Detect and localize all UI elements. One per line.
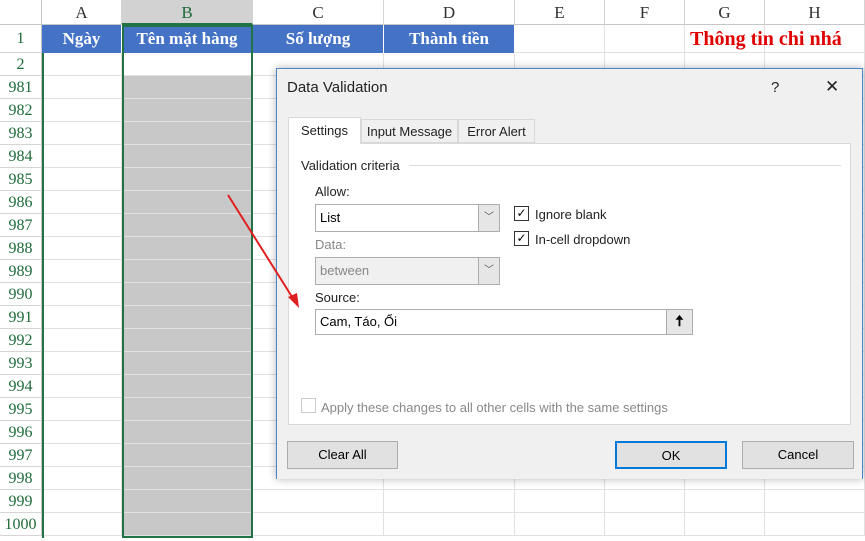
section-label: Validation criteria — [301, 158, 400, 173]
row-header-990[interactable]: 990 — [0, 283, 42, 306]
column-header-e[interactable]: E — [515, 0, 605, 25]
column-header-b[interactable]: B — [122, 0, 253, 25]
row-header-997[interactable]: 997 — [0, 444, 42, 467]
column-header-f[interactable]: F — [605, 0, 685, 25]
row-header-992[interactable]: 992 — [0, 329, 42, 352]
row-header-996[interactable]: 996 — [0, 421, 42, 444]
allow-select[interactable]: List ﹀ — [315, 204, 500, 232]
cell[interactable] — [685, 513, 765, 536]
in-cell-dropdown-label: In-cell dropdown — [535, 232, 631, 247]
row-header-1000[interactable]: 1000 — [0, 513, 42, 536]
header-cell[interactable]: Ngày — [42, 25, 122, 53]
close-icon[interactable]: ✕ — [825, 77, 839, 97]
row-header-991[interactable]: 991 — [0, 306, 42, 329]
column-header-a[interactable]: A — [42, 0, 122, 25]
row-header-998[interactable]: 998 — [0, 467, 42, 490]
cell[interactable] — [765, 513, 865, 536]
apply-all-checkbox — [301, 398, 316, 413]
ignore-blank-label: Ignore blank — [535, 207, 607, 222]
cell[interactable] — [253, 490, 384, 513]
column-header-g[interactable]: G — [685, 0, 765, 25]
allow-label: Allow: — [315, 184, 350, 199]
header-cell[interactable]: Thành tiền — [384, 25, 515, 53]
selection-border — [42, 53, 254, 538]
ok-button[interactable]: OK — [615, 441, 727, 469]
chevron-down-icon: ﹀ — [478, 205, 499, 231]
cell[interactable] — [384, 490, 515, 513]
cell[interactable] — [605, 513, 685, 536]
cell[interactable] — [605, 490, 685, 513]
column-header-c[interactable]: C — [253, 0, 384, 25]
tab-input-message[interactable]: Input Message — [361, 119, 458, 143]
clear-all-button[interactable]: Clear All — [287, 441, 398, 469]
column-header-d[interactable]: D — [384, 0, 515, 25]
row-header-987[interactable]: 987 — [0, 214, 42, 237]
row-header-989[interactable]: 989 — [0, 260, 42, 283]
row-header-984[interactable]: 984 — [0, 145, 42, 168]
chevron-down-icon: ﹀ — [478, 258, 499, 284]
row-header-988[interactable]: 988 — [0, 237, 42, 260]
settings-panel: Validation criteria Allow: List ﹀ Data: b… — [288, 143, 851, 425]
cell[interactable] — [384, 513, 515, 536]
row-header-982[interactable]: 982 — [0, 99, 42, 122]
row-header-995[interactable]: 995 — [0, 398, 42, 421]
collapse-range-button[interactable]: 🠅 — [666, 309, 693, 335]
source-label: Source: — [315, 290, 360, 305]
row-header-983[interactable]: 983 — [0, 122, 42, 145]
header-cell[interactable]: Số lượng — [253, 25, 384, 53]
row-header-999[interactable]: 999 — [0, 490, 42, 513]
data-label: Data: — [315, 237, 347, 252]
dialog-title: Data Validation — [287, 79, 388, 96]
tab-error-alert[interactable]: Error Alert — [458, 119, 535, 143]
cell[interactable] — [253, 513, 384, 536]
help-button[interactable]: ? — [771, 79, 779, 96]
row-header-981[interactable]: 981 — [0, 76, 42, 99]
cancel-button[interactable]: Cancel — [742, 441, 854, 469]
row-header-994[interactable]: 994 — [0, 375, 42, 398]
row-header-993[interactable]: 993 — [0, 352, 42, 375]
cell[interactable] — [515, 513, 605, 536]
cell[interactable] — [685, 490, 765, 513]
ignore-blank-checkbox[interactable]: ✓ — [514, 206, 529, 221]
cell[interactable] — [515, 490, 605, 513]
cell[interactable] — [765, 490, 865, 513]
cell[interactable] — [605, 25, 685, 53]
select-all-corner[interactable] — [0, 0, 42, 25]
row-header-1[interactable]: 1 — [0, 25, 42, 53]
data-validation-dialog: Data Validation ? ✕ Settings Input Messa… — [276, 68, 863, 479]
row-header-2[interactable]: 2 — [0, 53, 42, 76]
tab-settings[interactable]: Settings — [288, 117, 361, 144]
source-input[interactable]: Cam, Táo, Ổi — [315, 309, 667, 335]
apply-all-label: Apply these changes to all other cells w… — [321, 400, 668, 415]
in-cell-dropdown-checkbox[interactable]: ✓ — [514, 231, 529, 246]
cell[interactable] — [515, 25, 605, 53]
data-select: between ﹀ — [315, 257, 500, 285]
row-header-986[interactable]: 986 — [0, 191, 42, 214]
sheet-title-text: Thông tin chi nhá — [690, 28, 842, 50]
row-header-985[interactable]: 985 — [0, 168, 42, 191]
column-header-h[interactable]: H — [765, 0, 865, 25]
